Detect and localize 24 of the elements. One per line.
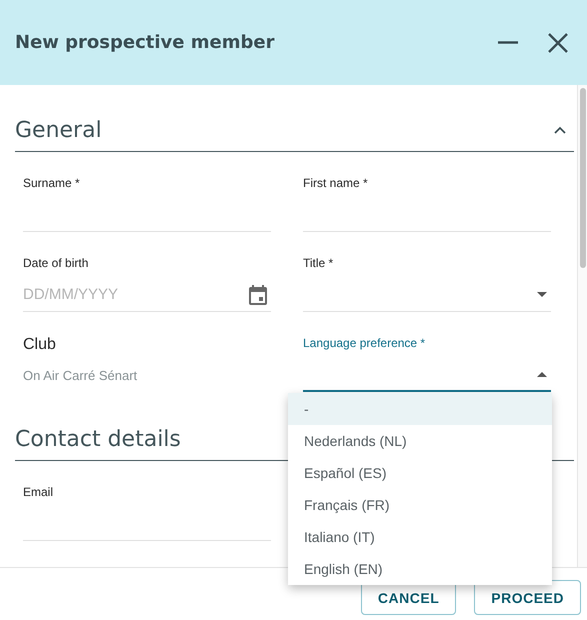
chevron-up-icon[interactable] <box>554 126 566 134</box>
field-label: Language preference * <box>303 336 426 352</box>
menu-option[interactable]: Italiano (IT) <box>288 521 552 553</box>
field-label: Surname * <box>23 176 81 192</box>
field-label: Email <box>23 485 54 501</box>
menu-option[interactable]: Español (ES) <box>288 457 552 489</box>
close-icon <box>547 32 569 54</box>
menu-option[interactable]: - <box>288 393 552 425</box>
minimize-icon <box>497 41 519 44</box>
menu-option[interactable]: Nederlands (NL) <box>288 425 552 457</box>
menu-option[interactable]: English (EN) <box>288 553 552 585</box>
field-label: Title * <box>303 256 334 272</box>
menu-option[interactable]: Français (FR) <box>288 489 552 521</box>
section-header[interactable]: General <box>15 107 574 152</box>
proceed-button[interactable]: PROCEED <box>474 580 581 615</box>
field-label: Date of birth <box>23 256 90 272</box>
dialog-title: New prospective member <box>15 32 276 53</box>
calendar-icon[interactable] <box>249 284 267 304</box>
field-value: On Air Carré Sénart <box>23 368 138 383</box>
field-label: First name * <box>303 176 369 192</box>
field-label: Club <box>23 336 57 354</box>
section-title: Contact details <box>15 426 181 452</box>
scrollbar[interactable] <box>577 85 587 567</box>
section-title: General <box>15 118 102 142</box>
